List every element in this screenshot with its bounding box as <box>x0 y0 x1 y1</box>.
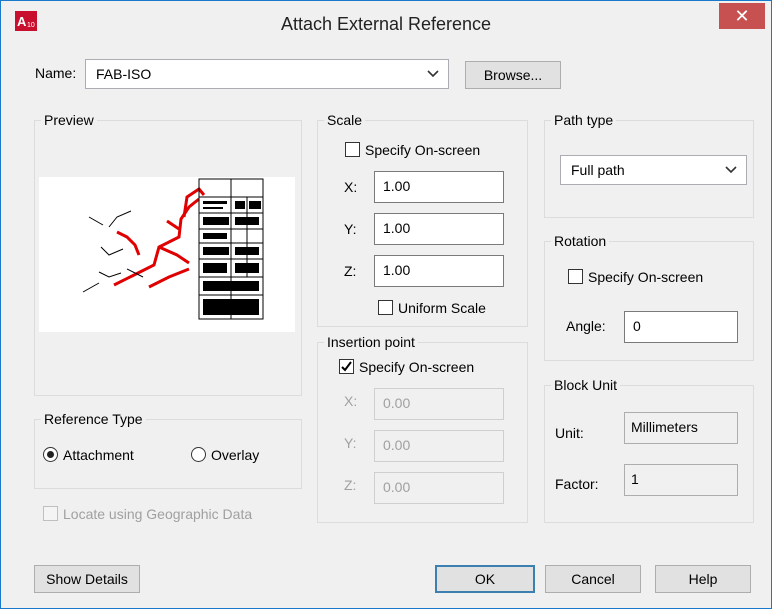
block-unit-group: Block Unit <box>544 377 754 523</box>
unit-label: Unit: <box>555 425 584 441</box>
locate-geo-checkbox[interactable] <box>43 506 58 521</box>
insertion-specify-label: Specify On-screen <box>359 359 475 375</box>
block-unit-title: Block Unit <box>551 377 621 393</box>
scale-specify-label: Specify On-screen <box>365 142 481 158</box>
uniform-scale-label: Uniform Scale <box>398 300 486 316</box>
scale-x-input[interactable]: 1.00 <box>374 171 504 203</box>
ok-button[interactable]: OK <box>435 565 535 593</box>
attachment-label: Attachment <box>63 447 134 463</box>
angle-label: Angle: <box>566 318 606 334</box>
scale-z-label: Z: <box>344 263 357 279</box>
overlay-label: Overlay <box>211 447 260 463</box>
angle-input[interactable]: 0 <box>624 311 738 343</box>
attach-xref-dialog: A 10 Attach External Reference ✕ Name: F… <box>0 0 772 609</box>
scale-z-input[interactable]: 1.00 <box>374 255 504 287</box>
scale-y-label: Y: <box>344 221 357 237</box>
overlay-radio[interactable] <box>191 447 206 462</box>
radio-selected-dot <box>47 451 54 458</box>
xref-preview-drawing <box>82 178 264 320</box>
title-bar: A 10 Attach External Reference ✕ <box>1 1 771 47</box>
cancel-button[interactable]: Cancel <box>545 565 641 593</box>
insertion-x-input[interactable]: 0.00 <box>374 388 504 420</box>
close-icon: ✕ <box>734 6 750 26</box>
factor-label: Factor: <box>555 476 599 492</box>
insertion-z-label: Z: <box>344 477 357 493</box>
scale-title: Scale <box>324 112 366 128</box>
preview-image <box>39 177 295 332</box>
path-type-dropdown[interactable]: Full path <box>560 155 747 185</box>
name-value: FAB-ISO <box>96 66 152 82</box>
insertion-x-label: X: <box>344 393 358 409</box>
reference-type-title: Reference Type <box>41 411 146 427</box>
scale-x-label: X: <box>344 179 358 195</box>
checkmark-icon <box>341 361 352 372</box>
chevron-down-icon <box>427 70 439 78</box>
insertion-specify-checkbox[interactable] <box>339 359 354 374</box>
locate-geo-label: Locate using Geographic Data <box>63 506 253 522</box>
scale-y-input[interactable]: 1.00 <box>374 213 504 245</box>
insertion-point-title: Insertion point <box>324 334 418 350</box>
show-details-button[interactable]: Show Details <box>34 565 140 593</box>
rotation-title: Rotation <box>551 233 610 249</box>
name-dropdown[interactable]: FAB-ISO <box>85 59 449 89</box>
chevron-down-icon <box>725 166 737 174</box>
unit-value: Millimeters <box>624 412 738 444</box>
ok-label: OK <box>474 571 496 587</box>
name-label: Name: <box>35 65 77 81</box>
preview-group: Preview <box>34 112 302 396</box>
dialog-title: Attach External Reference <box>280 14 492 34</box>
insertion-z-input[interactable]: 0.00 <box>374 472 504 504</box>
path-type-value: Full path <box>571 162 625 178</box>
factor-value: 1 <box>624 464 738 496</box>
browse-button-label: Browse... <box>483 67 543 83</box>
attachment-radio[interactable] <box>43 447 58 462</box>
preview-title: Preview <box>41 112 97 128</box>
rotation-specify-label: Specify On-screen <box>588 269 704 285</box>
path-type-title: Path type <box>551 112 617 128</box>
close-button[interactable]: ✕ <box>719 3 765 29</box>
show-details-label: Show Details <box>46 571 128 587</box>
uniform-scale-checkbox[interactable] <box>378 300 393 315</box>
insertion-y-input[interactable]: 0.00 <box>374 430 504 462</box>
cancel-label: Cancel <box>571 571 615 587</box>
scale-specify-checkbox[interactable] <box>345 142 360 157</box>
insertion-y-label: Y: <box>344 435 357 451</box>
browse-button[interactable]: Browse... <box>465 61 561 89</box>
rotation-specify-checkbox[interactable] <box>568 269 583 284</box>
help-label: Help <box>688 571 718 587</box>
rotation-group: Rotation <box>544 233 754 361</box>
help-button[interactable]: Help <box>655 565 751 593</box>
